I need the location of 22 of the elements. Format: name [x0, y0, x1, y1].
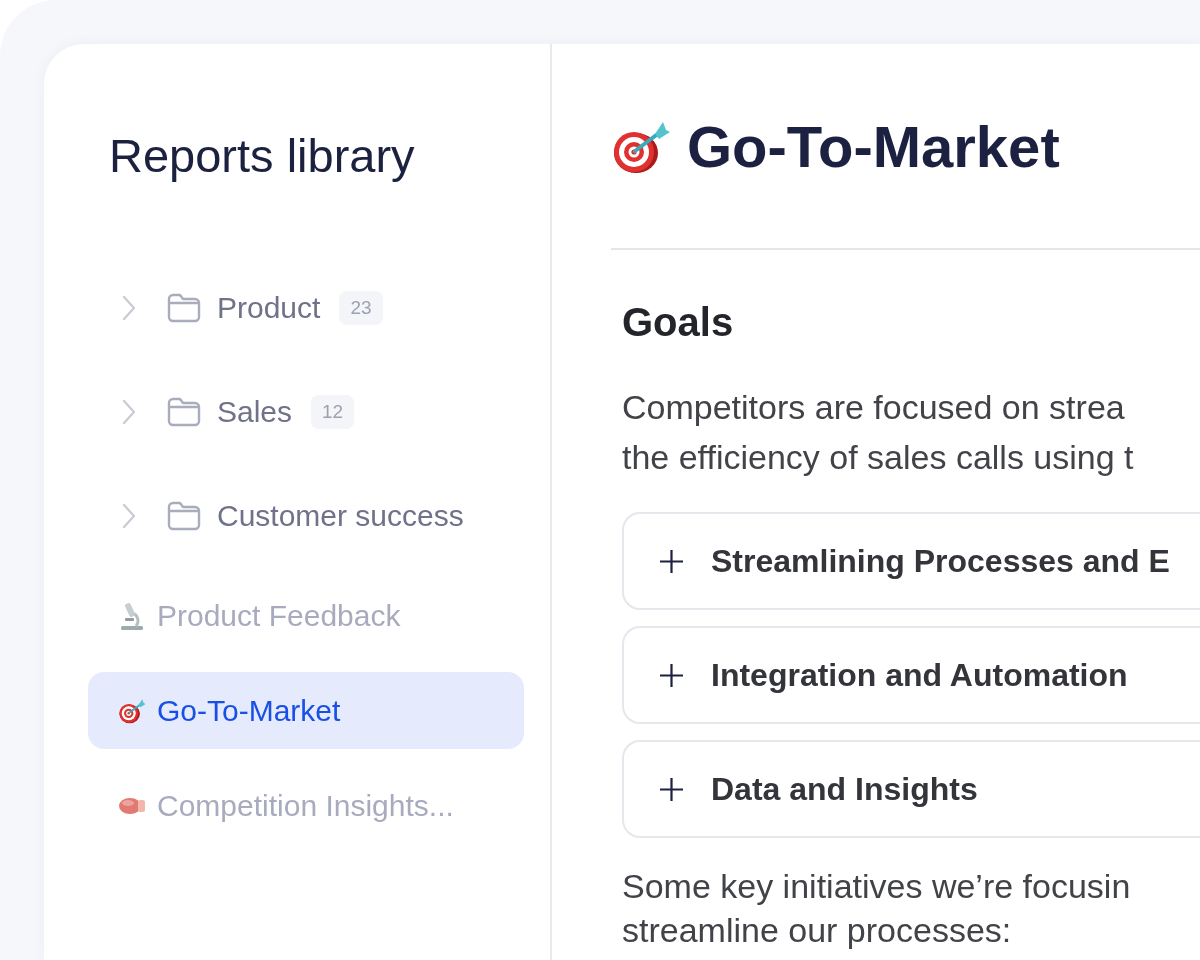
- folder-label[interactable]: Sales: [217, 394, 293, 430]
- section-heading: Goals: [622, 299, 735, 346]
- count-badge: 23: [339, 291, 383, 325]
- chevron-right-icon[interactable]: [121, 502, 137, 530]
- folder-icon: [167, 396, 201, 428]
- target-dart-icon: [611, 120, 671, 174]
- page-title: Go-To-Market: [687, 114, 1060, 180]
- chevron-right-icon[interactable]: [121, 398, 137, 426]
- accordion-item[interactable]: Streamlining Processes and E: [622, 512, 1200, 610]
- count-badge: 12: [311, 395, 355, 429]
- folder-icon: [167, 292, 201, 324]
- microscope-icon: [118, 601, 146, 630]
- report-item[interactable]: Go-To-Market: [88, 672, 524, 749]
- folder-label[interactable]: Customer success: [217, 498, 464, 534]
- sidebar-title: Reports library: [109, 129, 416, 183]
- intro-paragraph: Competitors are focused on strea the efficiency of sales calls using t: [622, 387, 1135, 478]
- folder-label[interactable]: Product: [217, 290, 321, 326]
- chevron-right-icon[interactable]: [121, 294, 137, 322]
- folder-icon: [167, 500, 201, 532]
- accordion-item[interactable]: Data and Insights: [622, 740, 1200, 838]
- outro-paragraph: Some key initiatives we’re focusin streamline our processes:: [622, 866, 1132, 951]
- accordion-item[interactable]: Integration and Automation: [622, 626, 1200, 724]
